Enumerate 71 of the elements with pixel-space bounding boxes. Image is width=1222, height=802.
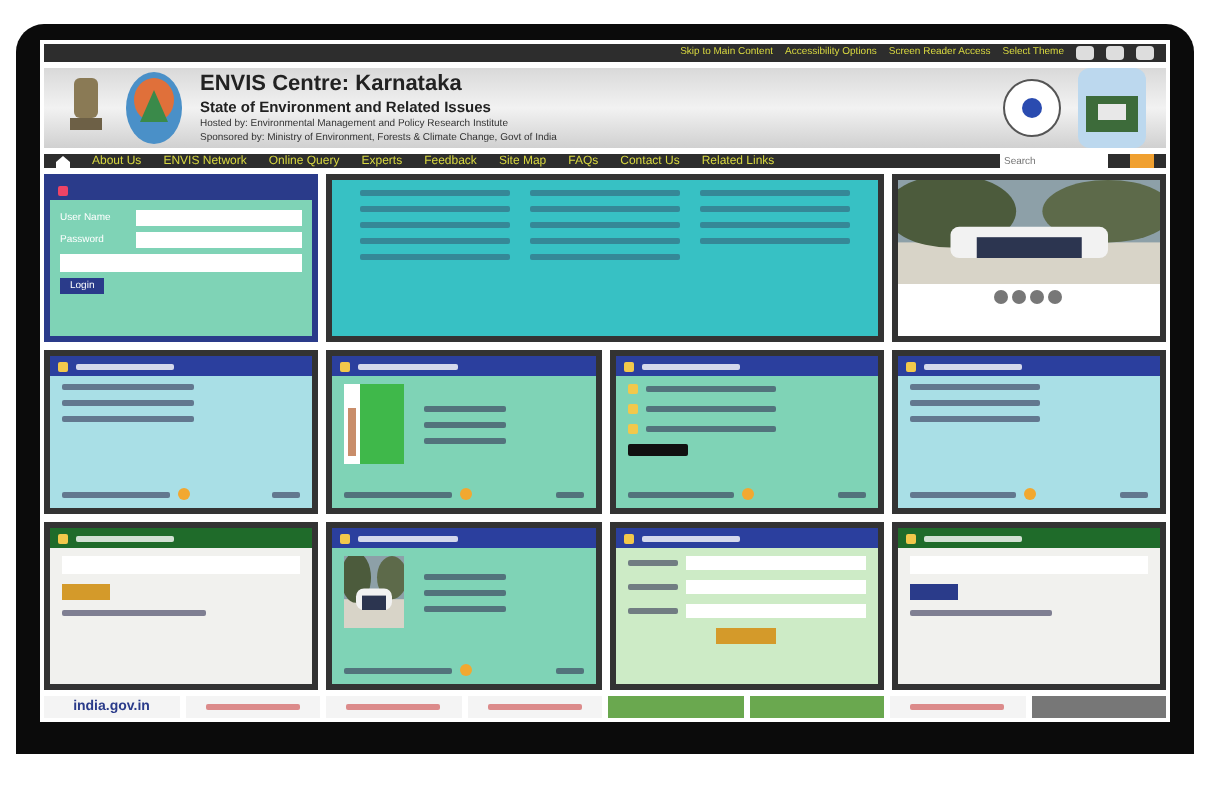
- partner-banner[interactable]: [890, 696, 1025, 718]
- link-line[interactable]: [360, 206, 511, 213]
- link-line[interactable]: [424, 405, 506, 412]
- link-line[interactable]: [360, 238, 511, 245]
- more-link[interactable]: [555, 667, 583, 674]
- seal-icon: [1002, 77, 1062, 138]
- link-line[interactable]: [530, 238, 680, 245]
- update-line: [909, 491, 1017, 498]
- update-line: [909, 610, 1053, 617]
- update-line: [344, 667, 452, 674]
- new-icon: [459, 488, 472, 501]
- link-line[interactable]: [360, 222, 511, 229]
- update-line: [62, 610, 206, 617]
- tag-label: [627, 444, 687, 457]
- select-field[interactable]: [685, 580, 866, 595]
- link-line[interactable]: [909, 384, 1041, 391]
- form-label: [627, 608, 677, 615]
- bullet-icon: [627, 384, 637, 395]
- form-label: [627, 560, 677, 567]
- link-line[interactable]: [645, 406, 777, 413]
- search-button[interactable]: [1130, 154, 1154, 169]
- view-button[interactable]: [909, 584, 958, 601]
- select-field[interactable]: [685, 604, 866, 619]
- link-line[interactable]: [909, 416, 1041, 423]
- update-line: [627, 491, 735, 498]
- more-link[interactable]: [837, 491, 866, 498]
- submit-button[interactable]: [716, 628, 777, 645]
- link-line[interactable]: [424, 605, 506, 612]
- update-line: [344, 491, 452, 498]
- select-field[interactable]: [685, 556, 866, 571]
- link-line[interactable]: [699, 222, 850, 229]
- link-line[interactable]: [360, 190, 511, 197]
- more-link[interactable]: [1120, 491, 1148, 498]
- new-icon: [459, 664, 472, 677]
- new-icon: [1024, 488, 1037, 501]
- site-title: ENVIS Centre: Karnataka: [200, 71, 464, 96]
- logo-icon: [124, 69, 184, 146]
- logo-slot: [1031, 696, 1166, 718]
- input-field[interactable]: [136, 232, 303, 249]
- more-link[interactable]: [555, 491, 583, 498]
- form-label: [627, 584, 677, 591]
- link-line[interactable]: [909, 400, 1041, 407]
- link-line[interactable]: [699, 190, 850, 197]
- link-line[interactable]: [424, 589, 506, 596]
- update-line: [62, 491, 170, 498]
- link-line[interactable]: [424, 437, 506, 444]
- link-line[interactable]: [424, 421, 506, 428]
- more-link[interactable]: [272, 491, 301, 498]
- link-line[interactable]: [62, 400, 194, 407]
- link-line[interactable]: [699, 238, 850, 245]
- new-icon: [177, 488, 190, 501]
- link-line[interactable]: [699, 206, 850, 213]
- link-line[interactable]: [360, 254, 511, 261]
- input-field[interactable]: [136, 210, 303, 227]
- link-line[interactable]: [645, 426, 777, 433]
- link-line[interactable]: [530, 222, 680, 229]
- logo-icon: [1078, 67, 1146, 148]
- link-line[interactable]: [530, 206, 680, 213]
- link-line[interactable]: [530, 190, 680, 197]
- new-icon: [742, 488, 755, 501]
- home-icon[interactable]: [56, 155, 70, 168]
- partner-banner[interactable]: [467, 696, 602, 718]
- bullet-icon: [627, 404, 637, 415]
- partner-banner[interactable]: [185, 696, 320, 718]
- link-line[interactable]: [645, 386, 777, 393]
- partner-banner[interactable]: [326, 696, 461, 718]
- bullet-icon: [627, 424, 637, 435]
- link-line[interactable]: [530, 254, 680, 261]
- link-line[interactable]: [62, 384, 194, 391]
- link-line[interactable]: [424, 573, 506, 580]
- link-line[interactable]: [62, 416, 194, 423]
